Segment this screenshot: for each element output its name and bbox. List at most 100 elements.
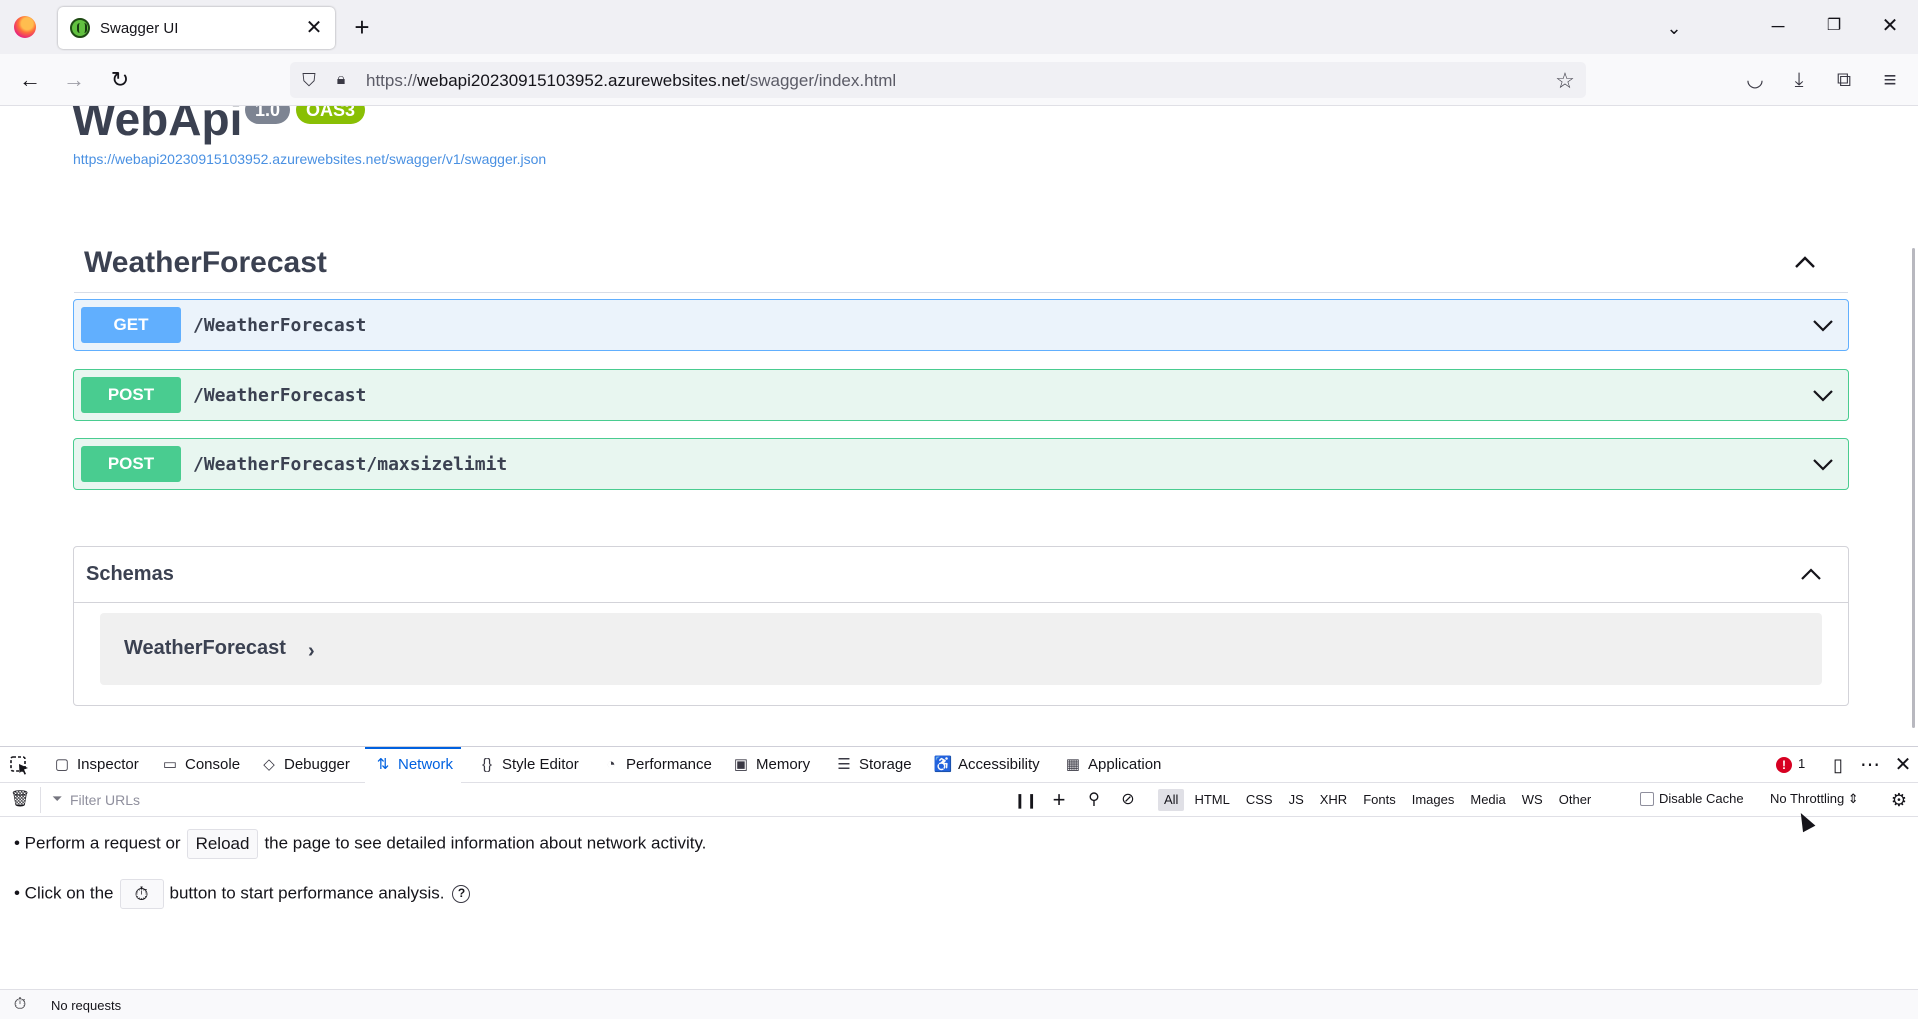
tab-label: Inspector xyxy=(77,756,139,773)
model-name: WeatherForecast xyxy=(124,637,286,659)
filter-funnel-icon: ⏷ xyxy=(52,791,63,806)
application-icon: ▦ xyxy=(1065,756,1081,773)
tab-label: Network xyxy=(398,756,454,773)
filter-urls-input[interactable] xyxy=(70,789,970,811)
hint-text: • Perform a request or xyxy=(14,833,181,853)
extensions-puzzle-icon[interactable]: ⧉ xyxy=(1830,66,1858,94)
help-question-icon[interactable]: ? xyxy=(452,885,471,903)
stopwatch-icon[interactable]: ⏱︎ xyxy=(10,995,30,1015)
devtools-tab-application[interactable]: ▦ Application xyxy=(1063,747,1161,783)
devtools-panel: ▢ Inspector ▭ Console ◇ Debugger ⇅ Network {… xyxy=(0,746,1918,1023)
search-icon[interactable]: ⚲ xyxy=(1083,789,1105,811)
memory-icon: ▣ xyxy=(733,756,749,773)
restore-window-icon[interactable]: ❐ xyxy=(1812,10,1856,42)
error-count-badge[interactable]: ! 1 xyxy=(1776,756,1805,774)
tab-label: Console xyxy=(185,756,241,773)
type-filter-media[interactable]: Media xyxy=(1464,789,1511,811)
devtools-tab-console[interactable]: ▭ Console xyxy=(160,747,240,783)
tag-title[interactable]: WeatherForecast xyxy=(84,246,327,280)
model-weatherforecast[interactable]: WeatherForecast › xyxy=(100,613,1822,685)
collapse-chevron-up-icon[interactable] xyxy=(1798,562,1824,586)
element-picker-icon[interactable] xyxy=(9,755,31,777)
method-badge: POST xyxy=(81,377,181,413)
type-filter-xhr[interactable]: XHR xyxy=(1314,789,1353,811)
address-bar[interactable]: ⛉ 🔒︎ https://webapi20230915103952.azurew… xyxy=(290,62,1586,98)
version-badge: 1.0 xyxy=(245,106,291,124)
request-count-status: No requests xyxy=(51,998,122,1013)
tab-title: Swagger UI xyxy=(100,20,179,37)
bookmark-star-icon[interactable]: ☆ xyxy=(1552,68,1578,94)
tab-strip: Swagger UI ✕ + ⌄ ─ ❐ ✕ xyxy=(0,0,1918,54)
swagger-json-link[interactable]: https://webapi20230915103952.azurewebsit… xyxy=(73,151,546,167)
devtools-tab-inspector[interactable]: ▢ Inspector xyxy=(52,747,139,783)
pocket-icon[interactable]: ◡ xyxy=(1741,66,1769,94)
hamburger-menu-icon[interactable]: ≡ xyxy=(1876,66,1904,94)
tab-swagger-ui[interactable]: Swagger UI ✕ xyxy=(58,7,335,49)
type-filter-css[interactable]: CSS xyxy=(1240,789,1279,811)
downloads-icon[interactable]: ⤓ xyxy=(1785,66,1813,94)
devtools-tab-performance[interactable]: ◔ Performance xyxy=(601,747,711,783)
more-options-icon[interactable]: ⋯ xyxy=(1858,753,1882,777)
operation-path: /WeatherForecast xyxy=(193,315,367,336)
debugger-icon: ◇ xyxy=(263,756,275,773)
performance-analysis-stopwatch-icon[interactable]: ⏱︎ xyxy=(119,879,164,909)
error-count: 1 xyxy=(1798,756,1806,771)
expand-chevron-down-icon[interactable] xyxy=(1810,314,1836,336)
swagger-favicon-icon xyxy=(70,18,90,38)
url-text[interactable]: https://webapi20230915103952.azurewebsit… xyxy=(366,71,896,91)
devtools-tab-storage[interactable]: ☰ Storage xyxy=(834,747,912,783)
operation-get-weatherforecast[interactable]: GET /WeatherForecast xyxy=(73,299,1849,351)
network-icon: ⇅ xyxy=(376,756,390,773)
clear-requests-trash-icon[interactable]: 🗑︎ xyxy=(10,790,30,810)
expand-chevron-down-icon[interactable] xyxy=(1810,384,1836,406)
type-filter-ws[interactable]: WS xyxy=(1516,789,1549,811)
new-tab-button[interactable]: + xyxy=(348,13,376,41)
tab-close-icon[interactable]: ✕ xyxy=(301,15,327,41)
reload-button[interactable]: Reload xyxy=(186,829,259,859)
reload-icon[interactable]: ↻ xyxy=(104,64,136,96)
request-blocking-icon[interactable]: ⊘ xyxy=(1117,789,1139,811)
throttling-select[interactable]: No Throttling ⇕ xyxy=(1770,791,1859,807)
navigation-toolbar: ← → ↻ ⛉ 🔒︎ https://webapi20230915103952.… xyxy=(0,54,1918,106)
responsive-design-mode-icon[interactable]: ▯ xyxy=(1826,753,1850,777)
pause-icon[interactable]: ❙❙ xyxy=(1014,789,1037,811)
devtools-tab-network[interactable]: ⇅ Network xyxy=(365,747,462,783)
disable-cache-checkbox[interactable]: Disable Cache xyxy=(1640,791,1744,806)
inspector-icon: ▢ xyxy=(54,756,70,773)
schemas-header[interactable]: Schemas xyxy=(74,547,1848,603)
swagger-page: WebApi 1.0 OAS3 https://webapi2023091510… xyxy=(0,106,1918,746)
collapse-chevron-up-icon[interactable] xyxy=(1790,247,1820,277)
devtools-tab-style-editor[interactable]: {} Style Editor xyxy=(477,747,579,783)
devtools-tab-accessibility[interactable]: ♿ Accessibility xyxy=(933,747,1040,783)
operation-post-weatherforecast[interactable]: POST /WeatherForecast xyxy=(73,369,1849,421)
list-all-tabs-chevron-icon[interactable]: ⌄ xyxy=(1660,14,1688,42)
expand-chevron-right-icon[interactable]: › xyxy=(308,640,315,663)
tracking-protection-shield-icon[interactable]: ⛉ xyxy=(298,69,320,91)
disable-cache-label: Disable Cache xyxy=(1659,791,1744,806)
type-filter-fonts[interactable]: Fonts xyxy=(1357,789,1402,811)
firefox-logo-icon[interactable] xyxy=(14,16,36,38)
page-scrollbar[interactable] xyxy=(1906,106,1918,746)
type-filter-js[interactable]: JS xyxy=(1283,789,1310,811)
hint-text: the page to see detailed information abo… xyxy=(264,833,707,853)
devtools-tab-debugger[interactable]: ◇ Debugger xyxy=(259,747,350,783)
lock-icon[interactable]: 🔒︎ xyxy=(330,69,352,91)
close-devtools-icon[interactable]: ✕ xyxy=(1891,753,1915,777)
close-window-icon[interactable]: ✕ xyxy=(1868,10,1912,42)
type-filter-html[interactable]: HTML xyxy=(1188,789,1235,811)
expand-chevron-down-icon[interactable] xyxy=(1810,453,1836,475)
network-settings-gear-icon[interactable]: ⚙ xyxy=(1888,789,1910,811)
type-filter-all[interactable]: All xyxy=(1158,789,1185,811)
add-request-plus-icon[interactable]: + xyxy=(1048,789,1070,811)
devtools-tab-memory[interactable]: ▣ Memory xyxy=(731,747,810,783)
operation-post-maxsizelimit[interactable]: POST /WeatherForecast/maxsizelimit xyxy=(73,438,1849,490)
minimize-window-icon[interactable]: ─ xyxy=(1756,10,1800,42)
tab-label: Memory xyxy=(756,756,811,773)
type-filter-images[interactable]: Images xyxy=(1406,789,1461,811)
forward-arrow-icon[interactable]: → xyxy=(58,64,90,96)
scrollbar-thumb[interactable] xyxy=(1912,248,1915,728)
tab-label: Storage xyxy=(859,756,912,773)
type-filter-other[interactable]: Other xyxy=(1553,789,1598,811)
back-arrow-icon[interactable]: ← xyxy=(14,64,46,96)
filter-urls-box[interactable]: ⏷ xyxy=(46,787,1002,813)
